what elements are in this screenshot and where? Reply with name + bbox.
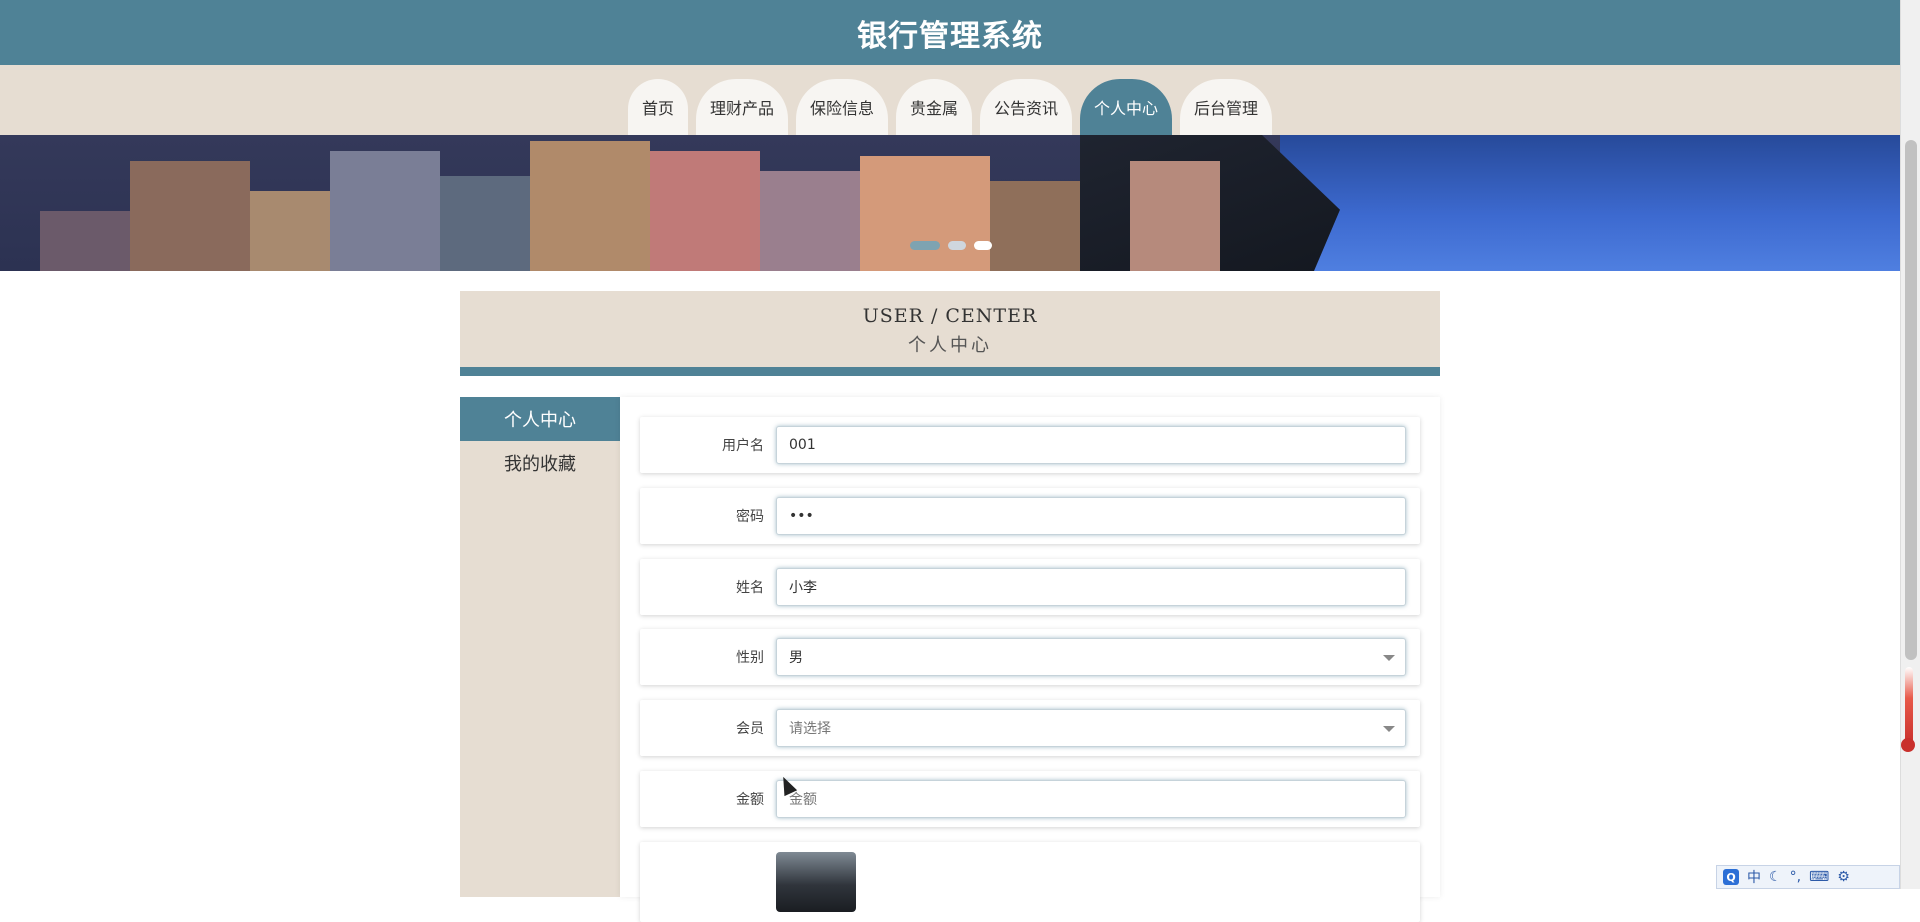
amount-input[interactable]: 金额 — [776, 780, 1406, 818]
banner-house — [40, 211, 130, 271]
form-row-password: 密码 ••• — [640, 488, 1420, 544]
password-input[interactable]: ••• — [776, 497, 1406, 535]
gender-select[interactable]: 男 — [776, 638, 1406, 676]
banner-house — [650, 151, 760, 271]
carousel-dot[interactable] — [910, 241, 940, 250]
nav-insurance[interactable]: 保险信息 — [795, 79, 888, 135]
thermometer-icon — [1905, 667, 1913, 745]
name-label: 姓名 — [736, 580, 764, 596]
amount-label: 金额 — [736, 792, 764, 808]
site-title: 银行管理系统 — [857, 18, 1043, 54]
page-title-block: USER / CENTER 个人中心 — [460, 291, 1440, 376]
carousel-dots — [910, 241, 992, 250]
name-input[interactable]: 小李 — [776, 568, 1406, 606]
nav-announcements[interactable]: 公告资讯 — [980, 79, 1073, 135]
banner-house — [530, 141, 650, 271]
banner-house — [440, 176, 530, 271]
username-label: 用户名 — [722, 438, 764, 454]
moon-icon[interactable]: ☾ — [1769, 869, 1782, 885]
form-row-avatar — [640, 842, 1420, 922]
username-input[interactable]: 001 — [776, 426, 1406, 464]
thermometer-bulb-icon — [1901, 738, 1915, 752]
main-nav: 首页 理财产品 保险信息 贵金属 公告资讯 个人中心 后台管理 — [0, 65, 1900, 135]
chevron-down-icon — [1383, 726, 1395, 732]
ime-toolbar[interactable]: Q 中 ☾ °, ⌨ ⚙ — [1716, 865, 1900, 889]
sidebar-item-user-center[interactable]: 个人中心 — [460, 397, 620, 441]
nav-home[interactable]: 首页 — [627, 79, 688, 135]
site-header: 银行管理系统 — [0, 0, 1900, 65]
nav-precious-metals[interactable]: 贵金属 — [895, 79, 972, 135]
carousel-dot[interactable] — [948, 241, 966, 250]
sidebar-item-favorites[interactable]: 我的收藏 — [460, 441, 620, 485]
avatar[interactable] — [776, 852, 856, 912]
password-label: 密码 — [736, 509, 764, 525]
scrollbar-thumb[interactable] — [1905, 140, 1917, 660]
page-title-en: USER / CENTER — [862, 305, 1038, 327]
form-row-gender: 性别 男 — [640, 629, 1420, 685]
profile-form: 用户名 001 密码 ••• 姓名 小李 性别 男 会员 请选择 金额 金额 — [620, 397, 1440, 922]
gender-select-value: 男 — [789, 650, 803, 666]
banner-house — [330, 151, 440, 271]
form-row-amount: 金额 金额 — [640, 771, 1420, 827]
banner-house — [990, 181, 1080, 271]
nav-wealth-products[interactable]: 理财产品 — [695, 79, 788, 135]
form-row-member: 会员 请选择 — [640, 700, 1420, 756]
banner-house — [250, 191, 330, 271]
banner-carousel — [0, 135, 1900, 271]
keyboard-icon[interactable]: ⌨ — [1809, 869, 1829, 885]
banner-house — [130, 161, 250, 271]
punctuation-icon[interactable]: °, — [1790, 869, 1801, 885]
ime-mode[interactable]: 中 — [1747, 867, 1761, 887]
carousel-dot[interactable] — [974, 241, 992, 250]
gender-label: 性别 — [736, 650, 764, 666]
banner-house — [1130, 161, 1220, 271]
scrollbar[interactable] — [1900, 0, 1920, 889]
ime-logo-icon: Q — [1723, 869, 1739, 885]
member-label: 会员 — [736, 721, 764, 737]
member-select[interactable]: 请选择 — [776, 709, 1406, 747]
banner-house — [860, 156, 990, 271]
banner-sea — [1280, 135, 1900, 271]
settings-icon[interactable]: ⚙ — [1837, 869, 1850, 885]
banner-house — [760, 171, 860, 271]
nav-user-center[interactable]: 个人中心 — [1080, 79, 1173, 135]
page-title-cn: 个人中心 — [908, 335, 992, 356]
nav-admin[interactable]: 后台管理 — [1180, 79, 1273, 135]
form-row-name: 姓名 小李 — [640, 559, 1420, 615]
chevron-down-icon — [1383, 655, 1395, 661]
member-select-placeholder: 请选择 — [789, 721, 831, 737]
form-row-username: 用户名 001 — [640, 417, 1420, 473]
sidebar: 个人中心 我的收藏 — [460, 397, 620, 897]
